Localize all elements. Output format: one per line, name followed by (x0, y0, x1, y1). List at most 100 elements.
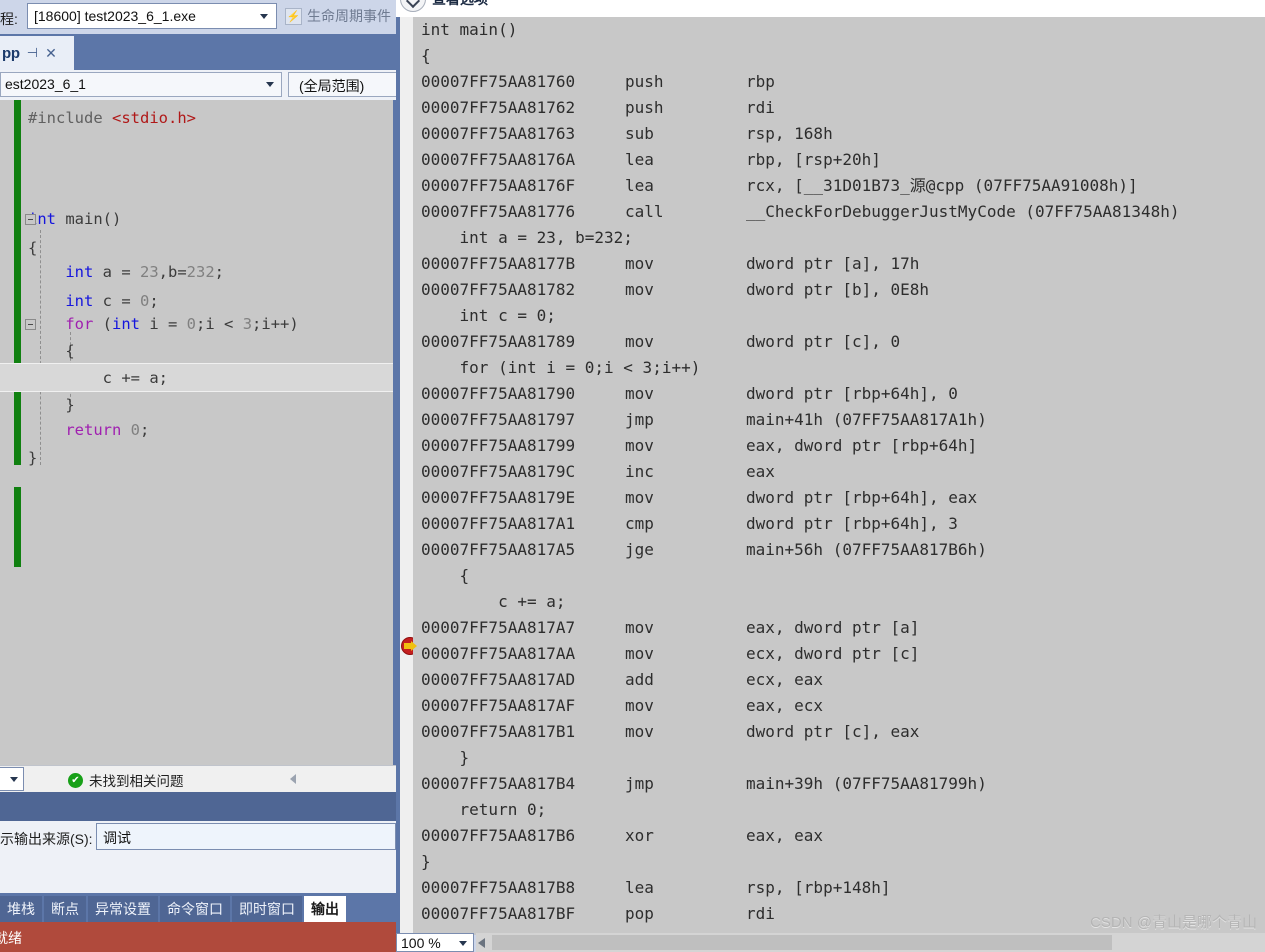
instruction-address: 00007FF75AA817AD (421, 670, 576, 689)
instruction-operands: rdi (746, 98, 775, 117)
instruction-operands: dword ptr [rbp+64h], 0 (746, 384, 958, 403)
output-pane: 示输出来源(S): 调试 (0, 792, 396, 893)
instruction-address: 00007FF75AA817B1 (421, 722, 576, 741)
bottom-tool-window-tabs: 堆栈 断点 异常设置 命令窗口 即时窗口 输出 (0, 893, 396, 922)
instruction-operands: main+41h (07FF75AA817A1h) (746, 410, 987, 429)
scrollbar-thumb[interactable] (492, 935, 1112, 950)
disassembly-listing[interactable]: int main() {00007FF75AA81760 push rbp 00007F… (413, 17, 1265, 935)
instruction-mnemonic: jmp (625, 774, 654, 793)
source-line-text: int a = 23, b=232; (421, 228, 633, 247)
disassembly-gutter[interactable] (400, 17, 419, 935)
instruction-address: 00007FF75AA8179E (421, 488, 576, 507)
source-line-text: for (int i = 0;i < 3;i++) (421, 358, 701, 377)
instruction-operands: __CheckForDebuggerJustMyCode (07FF75AA81… (746, 202, 1180, 221)
disassembly-zoom-value: 100 % (401, 935, 441, 951)
instruction-address: 00007FF75AA81797 (421, 410, 576, 429)
tool-window-tab-0[interactable]: 堆栈 (0, 896, 42, 922)
code-line: } (0, 444, 396, 473)
code-line-text: #include <stdio.h> (28, 109, 196, 127)
code-line-text: { (28, 342, 75, 360)
instruction-address: 00007FF75AA8179C (421, 462, 576, 481)
source-line-text: } (421, 748, 470, 767)
instruction-address: 00007FF75AA817A5 (421, 540, 576, 559)
instruction-address: 00007FF75AA8177B (421, 254, 576, 273)
instruction-address: 00007FF75AA81760 (421, 72, 576, 91)
instruction-mnemonic: mov (625, 644, 654, 663)
scroll-left-icon[interactable] (478, 938, 485, 948)
code-line: return 0; (0, 416, 396, 445)
chevron-down-icon (266, 82, 274, 87)
instruction-address: 00007FF75AA81762 (421, 98, 576, 117)
editor-navigation-bar: est2023_6_1 (全局范围) (0, 70, 448, 101)
collapse-left-icon[interactable] (290, 774, 296, 784)
source-line-text: } (421, 852, 431, 871)
output-pane-toolbar: 示输出来源(S): 调试 (0, 821, 396, 854)
tool-window-tab-3[interactable]: 命令窗口 (160, 896, 230, 922)
tool-window-tab-2[interactable]: 异常设置 (88, 896, 158, 922)
lifecycle-events-button[interactable]: ⚡ 生命周期事件 (285, 5, 391, 27)
instruction-mnemonic: mov (625, 436, 654, 455)
output-source-value: 调试 (103, 830, 131, 846)
instruction-address: 00007FF75AA817AF (421, 696, 576, 715)
horizontal-scrollbar[interactable] (476, 933, 1265, 952)
process-select[interactable]: [18600] test2023_6_1.exe (27, 3, 277, 29)
instruction-operands: eax, eax (746, 826, 824, 845)
instruction-address: 00007FF75AA817A1 (421, 514, 576, 533)
output-pane-body[interactable] (0, 854, 396, 893)
instruction-mnemonic: lea (625, 150, 654, 169)
disassembly-zoom-select[interactable]: 100 % (396, 933, 474, 952)
output-source-label: 示输出来源(S): (0, 831, 93, 847)
code-line: c += a; (0, 363, 396, 392)
instruction-operands: rbp, [rsp+20h] (746, 150, 881, 169)
project-scope-value: est2023_6_1 (5, 76, 86, 92)
collapse-region-icon[interactable] (25, 319, 36, 330)
tool-window-tab-1[interactable]: 断点 (44, 896, 86, 922)
instruction-address: 00007FF75AA817B8 (421, 878, 576, 897)
instruction-mnemonic: jge (625, 540, 654, 559)
csdn-watermark: CSDN @青山是哪个青山 (1090, 914, 1257, 931)
instruction-mnemonic: push (625, 72, 664, 91)
instruction-address: 00007FF75AA81782 (421, 280, 576, 299)
view-options-button[interactable]: 查看选项 (400, 0, 488, 12)
instruction-mnemonic: lea (625, 878, 654, 897)
instruction-operands: main+39h (07FF75AA81799h) (746, 774, 987, 793)
tool-window-tab-5[interactable]: 输出 (304, 896, 346, 922)
close-icon[interactable]: ✕ (45, 45, 57, 62)
instruction-address: 00007FF75AA817B6 (421, 826, 576, 845)
source-line-text: int main() (421, 20, 518, 39)
tool-window-tab-4[interactable]: 即时窗口 (232, 896, 302, 922)
project-scope-select[interactable]: est2023_6_1 (0, 72, 282, 97)
pin-icon[interactable]: ⊣ (27, 45, 38, 61)
document-tab-strip: pp ⊣ ✕ (0, 34, 396, 70)
instruction-address: 00007FF75AA81763 (421, 124, 576, 143)
code-line: int main() (0, 205, 396, 234)
status-bar: 就绪 (0, 922, 396, 952)
instruction-mnemonic: sub (625, 124, 654, 143)
code-line-text: int main() (28, 210, 122, 228)
collapse-region-icon[interactable] (25, 214, 36, 225)
document-tab-source-cpp[interactable]: pp ⊣ ✕ (0, 36, 74, 70)
instruction-operands: main+56h (07FF75AA817B6h) (746, 540, 987, 559)
code-line-text: c += a; (28, 369, 168, 387)
editor-zoom-select[interactable]: % (0, 767, 24, 791)
instruction-operands: rcx, [__31D01B73_源@cpp (07FF75AA91008h)] (746, 176, 1138, 195)
instruction-operands: dword ptr [a], 17h (746, 254, 920, 273)
instruction-mnemonic: call (625, 202, 664, 221)
instruction-address: 00007FF75AA8176F (421, 176, 576, 195)
instruction-mnemonic: lea (625, 176, 654, 195)
process-label: 程: (0, 11, 18, 27)
instruction-operands: eax (746, 462, 775, 481)
instruction-mnemonic: pop (625, 904, 654, 923)
code-line: for (int i = 0;i < 3;i++) (0, 310, 396, 339)
instruction-mnemonic: mov (625, 254, 654, 273)
lifecycle-events-label: 生命周期事件 (307, 8, 391, 24)
instruction-mnemonic: mov (625, 332, 654, 351)
instruction-operands: ecx, dword ptr [c] (746, 644, 920, 663)
code-editor[interactable]: #include <stdio.h> int main() { int a = 23… (0, 100, 396, 765)
instruction-mnemonic: mov (625, 722, 654, 741)
instruction-mnemonic: add (625, 670, 654, 689)
source-line-text: { (421, 46, 431, 65)
output-source-select[interactable]: 调试 (96, 823, 396, 850)
